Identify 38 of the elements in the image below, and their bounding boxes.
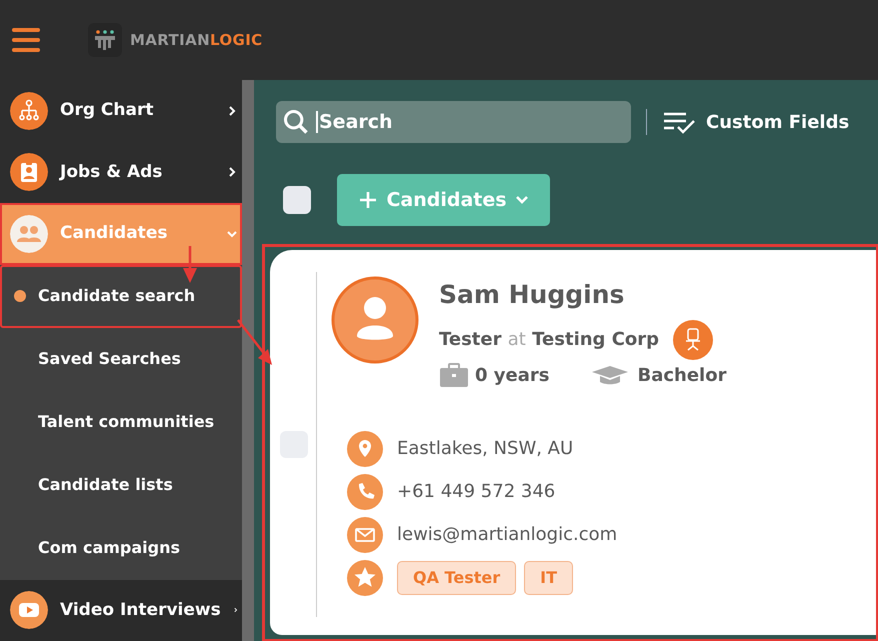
- brand-name: MARTIANLOGIC: [130, 30, 263, 51]
- avatar-icon: [331, 276, 419, 364]
- scrollbar[interactable]: [242, 80, 254, 641]
- plus-icon: [358, 190, 378, 210]
- job-title: Tester at Testing Corp: [439, 328, 660, 352]
- graduation-cap-icon: [591, 364, 630, 386]
- custom-fields-button[interactable]: Custom Fields: [662, 108, 850, 136]
- org-chart-icon: [10, 92, 48, 130]
- search-field[interactable]: Search: [276, 101, 631, 143]
- location-text: Eastlakes, NSW, AU: [397, 437, 574, 461]
- submenu-item[interactable]: Candidate search: [0, 264, 242, 328]
- submenu-item[interactable]: Saved Searches: [0, 328, 242, 390]
- location-pin-icon: [347, 430, 383, 466]
- sidebar-item[interactable]: Jobs & Ads: [0, 142, 242, 203]
- annotation-arrow: [180, 246, 200, 284]
- badge-icon: [10, 153, 48, 192]
- phone-icon: [347, 474, 383, 510]
- submenu-item[interactable]: Talent communities: [0, 390, 242, 454]
- skill-tag: QA Tester: [397, 560, 516, 594]
- menu-icon[interactable]: [12, 28, 40, 52]
- envelope-icon: [347, 516, 383, 552]
- email-link[interactable]: lewis@martianlogic.com: [397, 521, 618, 548]
- skill-tag: IT: [524, 560, 573, 594]
- list-check-icon: [662, 110, 696, 134]
- people-icon: [10, 214, 48, 253]
- chair-icon: [673, 320, 714, 360]
- experience-text: 0 years: [475, 364, 550, 388]
- select-all-checkbox[interactable]: [283, 186, 311, 214]
- submenu-item[interactable]: Candidate lists: [0, 454, 242, 516]
- education-text: Bachelor: [637, 364, 726, 388]
- search-icon: [282, 108, 310, 136]
- briefcase-icon: [439, 362, 469, 388]
- submenu-item[interactable]: Com campaigns: [0, 516, 242, 580]
- video-play-icon: [10, 591, 48, 630]
- logo-icon: [88, 23, 122, 57]
- candidate-name: Sam Huggins: [439, 279, 626, 311]
- phone-number: +61 449 572 346: [397, 480, 556, 504]
- sidebar-item[interactable]: Org Chart: [0, 80, 242, 142]
